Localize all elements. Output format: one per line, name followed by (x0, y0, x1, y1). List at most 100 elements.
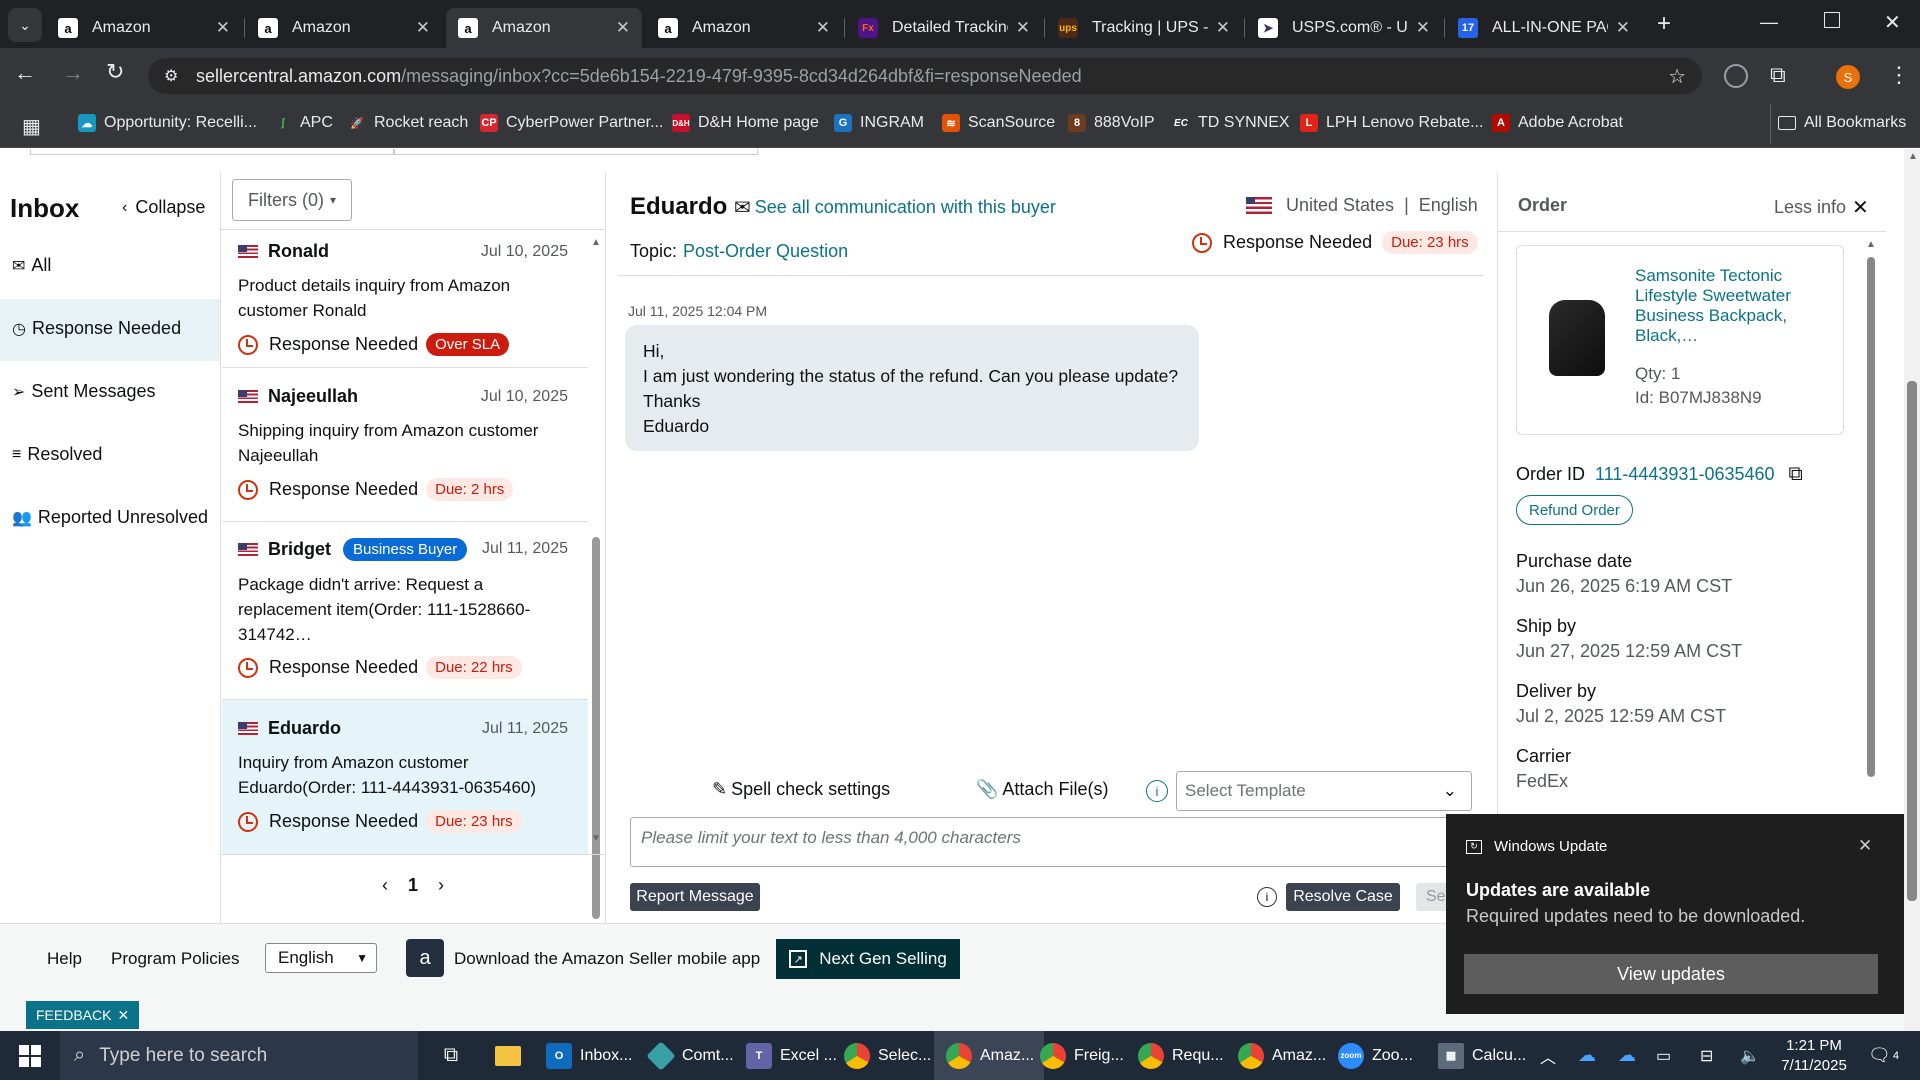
help-link[interactable]: Help (47, 949, 82, 969)
close-tab-icon[interactable]: ✕ (1616, 18, 1630, 38)
close-tab-icon[interactable]: ✕ (816, 18, 830, 38)
message-card-bridget[interactable]: Bridget Business Buyer Jul 11, 2025 Packa… (222, 522, 588, 700)
attach-files-button[interactable]: 📎 Attach File(s) (976, 779, 1108, 800)
close-window-icon[interactable]: ✕ (1884, 10, 1901, 35)
taskbar-app-comt[interactable]: Comt... (642, 1031, 740, 1080)
bookmark-lph-lenovo[interactable]: L LPH Lenovo Rebate... (1300, 114, 1483, 132)
bookmark-adobe-acrobat[interactable]: A Adobe Acrobat (1492, 114, 1623, 132)
taskbar-app-excel[interactable]: T Excel ... (740, 1031, 843, 1080)
taskbar-app-chrome-freight[interactable]: Freig... (1034, 1031, 1130, 1080)
close-tab-icon[interactable]: ✕ (1416, 18, 1430, 38)
product-title-link[interactable]: Samsonite Tectonic Lifestyle Sweetwater … (1635, 266, 1835, 346)
close-tab-icon[interactable]: ✕ (1016, 18, 1030, 38)
browser-tab-3-active[interactable]: a Amazon ✕ (446, 8, 642, 48)
collapse-button[interactable]: ‹ Collapse (122, 197, 205, 218)
toast-close-icon[interactable]: ✕ (1858, 836, 1872, 856)
network-icon[interactable]: ⊟ (1700, 1031, 1713, 1080)
forward-arrow-icon[interactable]: → (62, 60, 84, 86)
less-info-button[interactable]: Less info ✕ (1774, 195, 1869, 220)
onedrive-business-cloud-icon[interactable]: ☁ (1618, 1031, 1636, 1080)
close-tab-icon[interactable]: ✕ (616, 18, 630, 38)
close-tab-icon[interactable]: ✕ (416, 18, 430, 38)
message-card-eduardo-selected[interactable]: Eduardo Jul 11, 2025 Inquiry from Amazon… (222, 700, 588, 854)
message-card-ronald[interactable]: Ronald Jul 10, 2025 Product details inqu… (222, 229, 588, 368)
nav-item-all[interactable]: ✉ All (12, 255, 51, 276)
taskbar-app-chrome-request[interactable]: Requ... (1132, 1031, 1230, 1080)
info-icon[interactable]: i (1257, 887, 1277, 907)
apps-grid-icon[interactable]: ▦ (22, 114, 41, 139)
bookmark-888voip[interactable]: 8 888VoIP (1068, 114, 1155, 132)
close-tab-icon[interactable]: ✕ (1216, 18, 1230, 38)
select-template-dropdown[interactable]: Select Template ⌄ (1176, 771, 1472, 811)
reload-icon[interactable]: ↻ (106, 59, 124, 85)
bookmark-ingram[interactable]: G INGRAM (834, 114, 924, 132)
task-view-icon[interactable]: ⧉ (436, 1031, 466, 1080)
taskbar-search-box[interactable]: ⌕ Type here to search (60, 1031, 418, 1080)
reply-textarea[interactable]: Please limit your text to less than 4,00… (630, 817, 1486, 867)
spell-check-settings-button[interactable]: ✎ Spell check settings (712, 779, 890, 800)
order-id-link[interactable]: 111-4443931-0635460 (1595, 464, 1775, 485)
resolve-case-button[interactable]: Resolve Case (1286, 883, 1400, 911)
extensions-puzzle-icon[interactable]: ⧉ (1770, 62, 1786, 88)
next-gen-selling-button[interactable]: ↗ Next Gen Selling (776, 939, 960, 979)
browser-tab-6[interactable]: ups Tracking | UPS - U ✕ (1046, 8, 1242, 48)
bookmark-td-synnex[interactable]: EC TD SYNNEX (1172, 114, 1290, 132)
nav-item-reported-unresolved[interactable]: 👥 Reported Unresolved (12, 507, 208, 528)
taskbar-app-chrome-amazon-active[interactable]: Amaz... (934, 1031, 1045, 1080)
bookmark-rocket-reach[interactable]: 🚀 Rocket reach (348, 114, 468, 132)
see-all-communication-link[interactable]: ✉ See all communication with this buyer (734, 195, 1056, 220)
info-icon[interactable]: i (1146, 780, 1168, 802)
translate-globe-icon[interactable] (1724, 64, 1748, 88)
nav-item-response-needed[interactable]: ◷ Response Needed (12, 318, 181, 339)
windows-start-button[interactable] (12, 1031, 48, 1080)
notification-center-icon[interactable]: 🗨 4 (1868, 1031, 1899, 1080)
browser-menu-icon[interactable]: ⋮ (1888, 62, 1910, 88)
browser-tab-7[interactable]: ➤ USPS.com® - US ✕ (1246, 8, 1442, 48)
browser-tab-2[interactable]: a Amazon ✕ (246, 8, 442, 48)
taskbar-app-calculator[interactable]: ▦ Calcu... (1432, 1031, 1532, 1080)
language-select[interactable]: English ▼ (265, 943, 377, 973)
browser-tab-5[interactable]: Fx Detailed Tracking ✕ (846, 8, 1042, 48)
file-explorer-icon[interactable] (490, 1031, 526, 1080)
bookmark-opportunity[interactable]: ☁ Opportunity: Recelli... (78, 114, 257, 132)
download-app-link[interactable]: Download the Amazon Seller mobile app (454, 949, 760, 969)
bookmark-apc[interactable]: ʃ APC (274, 114, 333, 132)
onedrive-cloud-icon[interactable]: ☁ (1578, 1031, 1596, 1080)
copy-icon[interactable]: ⧉ (1789, 463, 1803, 486)
tab-search-chevron-icon[interactable]: ⌄ (8, 8, 42, 42)
taskbar-app-outlook[interactable]: O Inbox... (540, 1031, 638, 1080)
bookmark-cyberpower[interactable]: CP CyberPower Partner... (480, 114, 663, 132)
previous-page-icon[interactable]: ‹ (382, 875, 388, 896)
browser-tab-4[interactable]: a Amazon ✕ (646, 8, 842, 48)
refund-order-button[interactable]: Refund Order (1516, 495, 1633, 525)
close-tab-icon[interactable]: ✕ (216, 18, 230, 38)
view-updates-button[interactable]: View updates (1464, 954, 1878, 994)
battery-icon[interactable]: ▭ (1656, 1031, 1671, 1080)
order-panel-scrollbar[interactable]: ▲ (1864, 239, 1878, 799)
minimize-window-icon[interactable]: — (1760, 12, 1778, 33)
taskbar-app-zoom[interactable]: zoom Zoo... (1332, 1031, 1419, 1080)
program-policies-link[interactable]: Program Policies (111, 949, 240, 969)
filters-button[interactable]: Filters (0) ▾ (232, 179, 352, 221)
new-tab-plus-icon[interactable]: + (1650, 10, 1678, 38)
bookmark-dh[interactable]: D&H D&H Home page (672, 114, 819, 132)
back-arrow-icon[interactable]: ← (14, 60, 36, 86)
profile-avatar[interactable]: S (1836, 65, 1860, 89)
show-hidden-icons-chevron[interactable]: ︿ (1540, 1031, 1556, 1080)
bookmark-scansource[interactable]: ≋ ScanSource (942, 114, 1055, 132)
page-scrollbar[interactable]: ▲ (1904, 149, 1920, 1031)
message-list-scrollbar[interactable]: ▲ ▼ (589, 237, 603, 919)
all-bookmarks[interactable]: All Bookmarks (1778, 114, 1906, 132)
current-page[interactable]: 1 (408, 875, 418, 896)
report-message-button[interactable]: Report Message (630, 883, 760, 911)
address-bar[interactable]: ⚙ sellercentral.amazon.com/messaging/inb… (148, 58, 1702, 94)
system-clock[interactable]: 1:21 PM 7/11/2025 (1774, 1031, 1854, 1080)
next-page-icon[interactable]: › (438, 875, 444, 896)
taskbar-app-chrome-select[interactable]: Selec... (838, 1031, 937, 1080)
site-info-icon[interactable]: ⚙ (164, 66, 178, 86)
message-card-najeeullah[interactable]: Najeeullah Jul 10, 2025 Shipping inquiry… (222, 368, 588, 522)
volume-icon[interactable]: 🔈 (1740, 1031, 1760, 1080)
taskbar-app-chrome-amazon[interactable]: Amaz... (1232, 1031, 1332, 1080)
nav-item-resolved[interactable]: ≡ Resolved (12, 444, 102, 465)
browser-tab-1[interactable]: a Amazon ✕ (46, 8, 242, 48)
